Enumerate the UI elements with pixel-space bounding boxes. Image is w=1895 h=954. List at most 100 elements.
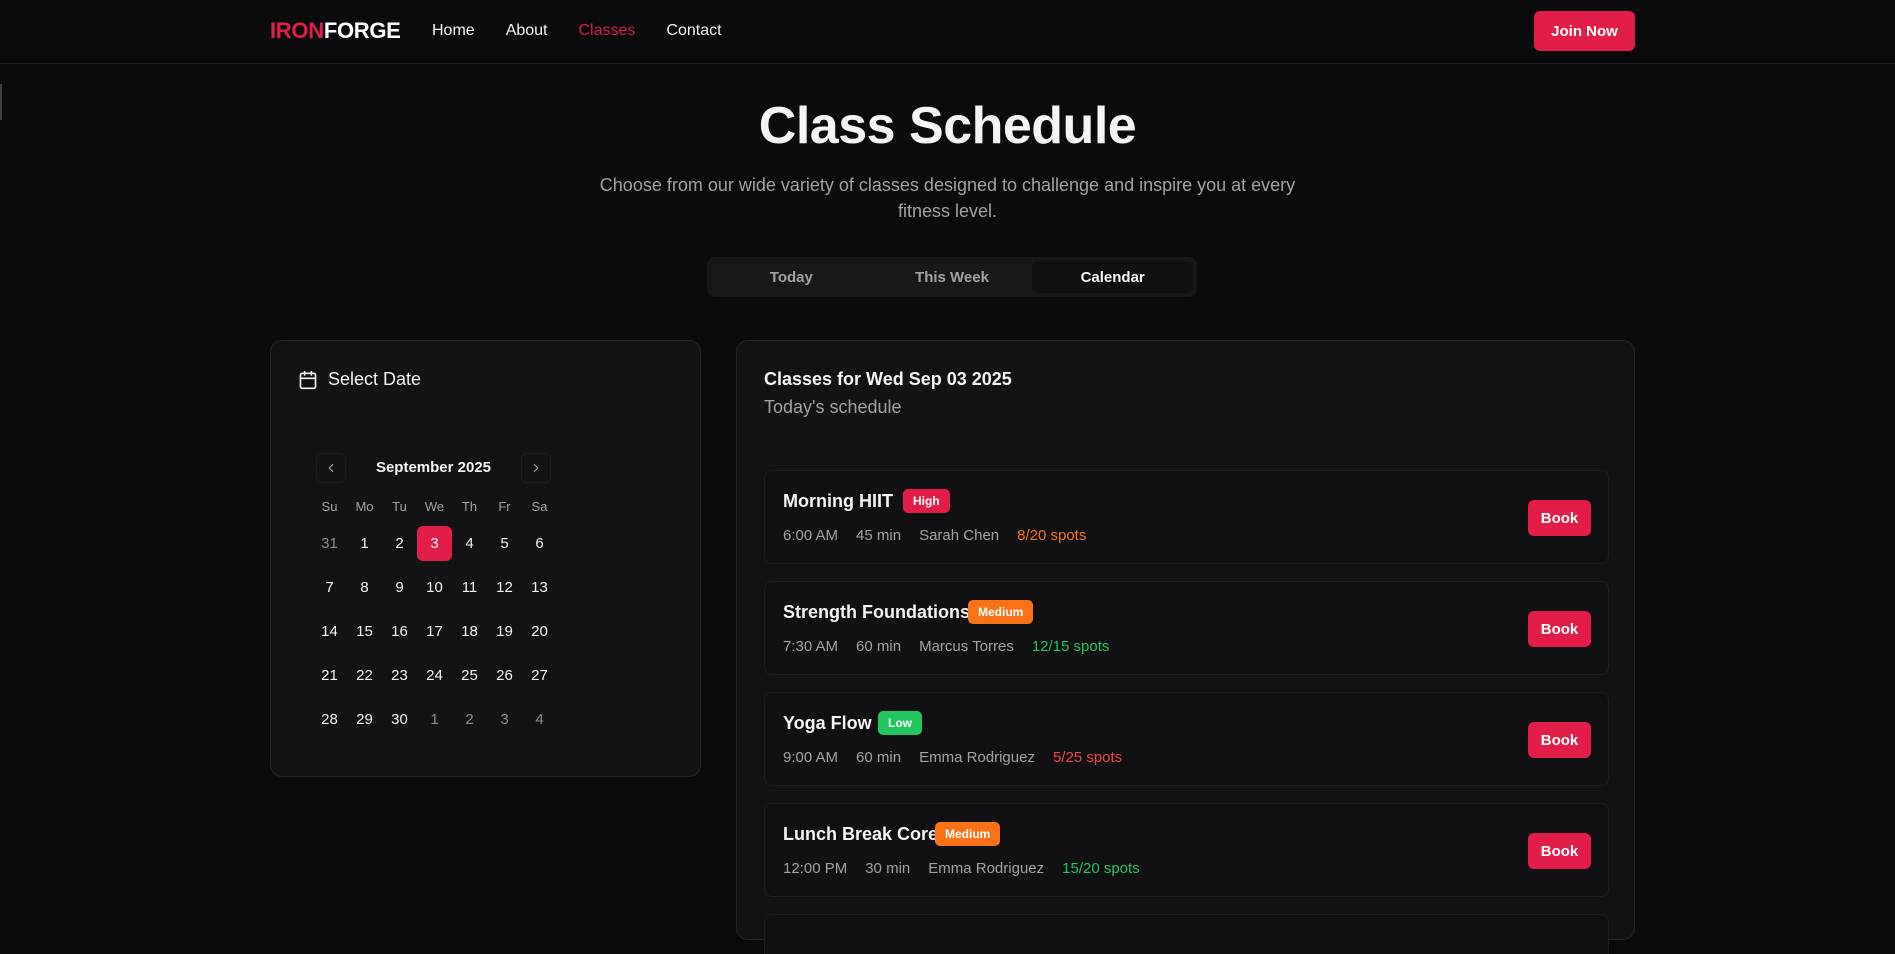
tab-this-week[interactable]: This Week xyxy=(872,261,1033,293)
class-time: 6:00 AM xyxy=(783,527,839,544)
class-spots: 15/20 spots xyxy=(1062,860,1140,877)
calendar-day[interactable]: 29 xyxy=(347,702,382,737)
intensity-badge: High xyxy=(903,489,950,513)
page-subtitle: Choose from our wide variety of classes … xyxy=(599,175,1296,221)
calendar-day[interactable]: 1 xyxy=(347,526,382,561)
calendar-day[interactable]: 11 xyxy=(452,570,487,605)
calendar-day[interactable]: 30 xyxy=(382,702,417,737)
next-month-button[interactable] xyxy=(521,453,551,483)
class-spots: 5/25 spots xyxy=(1052,749,1123,766)
previous-month-button[interactable] xyxy=(316,453,346,483)
book-button[interactable]: Book xyxy=(1528,500,1591,536)
calendar-day[interactable]: 23 xyxy=(382,658,417,693)
class-spots: 12/15 spots xyxy=(1031,638,1110,655)
calendar-day[interactable]: 1 xyxy=(417,702,452,737)
calendar-day[interactable]: 22 xyxy=(347,658,382,693)
join-now-button[interactable]: Join Now xyxy=(1534,11,1635,51)
calendar-day[interactable]: 18 xyxy=(452,614,487,649)
calendar-day[interactable]: 14 xyxy=(312,614,347,649)
class-time: 12:00 PM xyxy=(783,860,848,877)
book-button[interactable]: Book xyxy=(1528,611,1591,647)
calendar-day[interactable]: 3 xyxy=(487,702,522,737)
class-item-partial xyxy=(764,914,1609,954)
calendar-day[interactable]: 9 xyxy=(382,570,417,605)
calendar-day[interactable]: 12 xyxy=(487,570,522,605)
class-instructor: Emma Rodriguez xyxy=(928,860,1045,877)
class-duration: 60 min xyxy=(856,749,902,766)
calendar-day[interactable]: 17 xyxy=(417,614,452,649)
page-title: Class Schedule xyxy=(758,97,1137,155)
class-meta: 9:00 AM 60 min Emma Rodriguez 5/25 spots xyxy=(783,749,1122,766)
calendar-day[interactable]: 5 xyxy=(487,526,522,561)
view-tabs: Today This Week Calendar xyxy=(707,257,1197,297)
class-instructor: Sarah Chen xyxy=(919,527,1000,544)
calendar-day[interactable]: 2 xyxy=(452,702,487,737)
class-duration: 30 min xyxy=(865,860,911,877)
calendar-day[interactable]: 27 xyxy=(522,658,557,693)
nav-link-home[interactable]: Home xyxy=(432,22,475,40)
calendar-day[interactable]: 28 xyxy=(312,702,347,737)
calendar-day[interactable]: 8 xyxy=(347,570,382,605)
month-label: September 2025 xyxy=(375,459,492,476)
class-time: 7:30 AM xyxy=(783,638,839,655)
intensity-badge: Medium xyxy=(968,600,1034,624)
class-meta: 12:00 PM 30 min Emma Rodriguez 15/20 spo… xyxy=(783,860,1140,877)
calendar-day[interactable]: 21 xyxy=(312,658,347,693)
month-navigation: September 2025 xyxy=(316,453,551,483)
calendar-card-title: Select Date xyxy=(328,369,422,389)
book-button[interactable]: Book xyxy=(1528,833,1591,869)
calendar-day[interactable]: 19 xyxy=(487,614,522,649)
weekday-header: Su Mo Tu We Th Fr Sa xyxy=(312,499,557,514)
weekday-label: Th xyxy=(461,499,478,514)
chevron-right-icon xyxy=(533,463,539,473)
calendar-day[interactable]: 20 xyxy=(522,614,557,649)
tab-calendar[interactable]: Calendar xyxy=(1032,261,1194,293)
calendar-day[interactable]: 7 xyxy=(312,570,347,605)
class-item: Lunch Break Core Medium 12:00 PM 30 min … xyxy=(764,803,1609,897)
brand-logo-forge: FORGE xyxy=(323,18,401,43)
calendar-day[interactable]: 25 xyxy=(452,658,487,693)
class-duration: 60 min xyxy=(856,638,902,655)
class-name: Morning HIIT xyxy=(783,491,893,511)
class-instructor: Marcus Torres xyxy=(919,638,1014,655)
intensity-badge: Low xyxy=(878,711,922,735)
classes-title: Classes for Wed Sep 03 2025 xyxy=(764,369,1012,389)
class-name: Yoga Flow xyxy=(783,713,872,733)
book-button[interactable]: Book xyxy=(1528,722,1591,758)
nav-link-contact[interactable]: Contact xyxy=(666,22,721,40)
calendar-day[interactable]: 26 xyxy=(487,658,522,693)
weekday-label: Fr xyxy=(498,499,511,514)
classes-card: Classes for Wed Sep 03 2025 Today's sche… xyxy=(736,340,1635,954)
calendar-day[interactable]: 15 xyxy=(347,614,382,649)
calendar-day[interactable]: 10 xyxy=(417,570,452,605)
class-meta: 6:00 AM 45 min Sarah Chen 8/20 spots xyxy=(783,527,1086,544)
calendar-day[interactable]: 4 xyxy=(522,702,557,737)
class-name: Lunch Break Core xyxy=(783,824,939,844)
calendar-day-selected[interactable]: 3 xyxy=(417,526,452,561)
calendar-card-header: Select Date xyxy=(298,369,421,390)
class-item: Morning HIIT High 6:00 AM 45 min Sarah C… xyxy=(764,470,1609,564)
brand-logo[interactable]: IRONFORGE xyxy=(270,18,401,44)
calendar-icon xyxy=(299,370,317,389)
calendar-day[interactable]: 13 xyxy=(522,570,557,605)
class-duration: 45 min xyxy=(856,527,902,544)
calendar-day[interactable]: 4 xyxy=(452,526,487,561)
tab-today[interactable]: Today xyxy=(711,261,872,293)
weekday-label: Su xyxy=(321,499,338,514)
calendar-day[interactable]: 24 xyxy=(417,658,452,693)
nav-link-classes[interactable]: Classes xyxy=(579,22,636,40)
calendar-day[interactable]: 31 xyxy=(312,526,347,561)
calendar-day[interactable]: 2 xyxy=(382,526,417,561)
weekday-label: Sa xyxy=(531,499,548,514)
class-spots: 8/20 spots xyxy=(1017,527,1087,544)
chevron-left-icon xyxy=(328,463,334,473)
class-item: Yoga Flow Low 9:00 AM 60 min Emma Rodrig… xyxy=(764,692,1609,786)
calendar-day[interactable]: 16 xyxy=(382,614,417,649)
navbar: IRONFORGE Home About Classes Contact Joi… xyxy=(0,0,1895,64)
brand-logo-iron: IRON xyxy=(270,18,324,43)
calendar-day[interactable]: 6 xyxy=(522,526,557,561)
class-item: Strength Foundations Medium 7:30 AM 60 m… xyxy=(764,581,1609,675)
weekday-label: Tu xyxy=(392,499,407,514)
class-instructor: Emma Rodriguez xyxy=(919,749,1035,766)
nav-link-about[interactable]: About xyxy=(506,22,548,40)
